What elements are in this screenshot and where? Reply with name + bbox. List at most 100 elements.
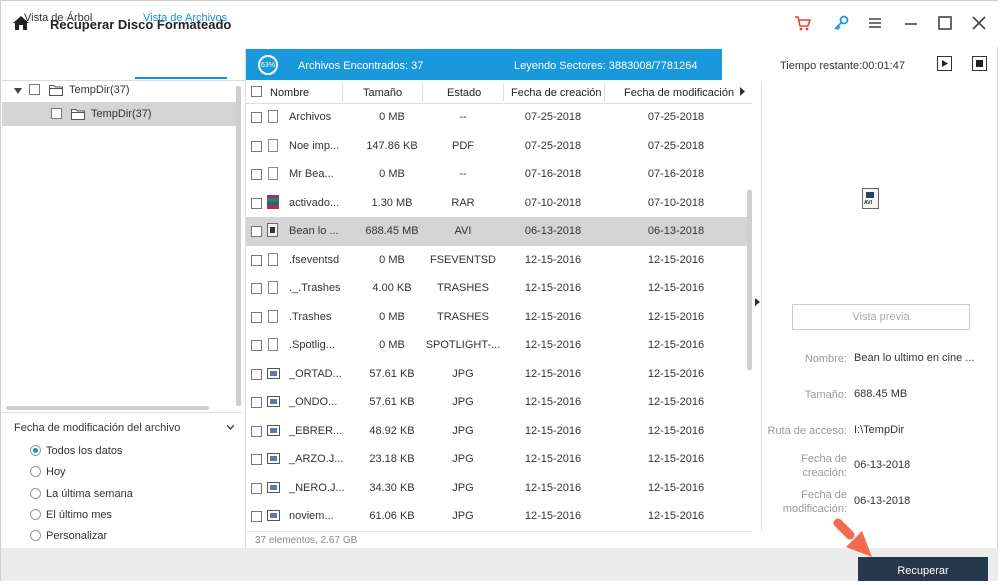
radio-today[interactable] [30, 466, 41, 477]
table-row[interactable]: _ARZO.J... 23.18 KB JPG 12-15-2016 12-15-201… [246, 445, 752, 474]
scroll-right-icon[interactable] [740, 87, 745, 96]
preview-created-value: 06-13-2018 [854, 459, 911, 471]
created-date-cell: 12-15-2016 [524, 453, 582, 465]
row-checkbox[interactable] [251, 169, 262, 180]
file-state-cell: SPOTLIGHT-... [425, 339, 501, 351]
item-count-label: 37 elementos, 2.67 GB [255, 535, 358, 546]
created-date-cell: 12-15-2016 [524, 253, 582, 266]
table-row[interactable]: Mr Bea... 0 MB -- 07-16-2018 07-16-2018 [246, 160, 752, 189]
row-checkbox[interactable] [251, 197, 262, 209]
file-name-cell: .Spotlig... [289, 339, 335, 351]
radio-label: Personalizar [46, 530, 108, 542]
minimize-icon[interactable] [902, 14, 920, 32]
file-state-cell: TRASHES [437, 310, 489, 323]
key-icon[interactable] [832, 14, 850, 32]
file-size-cell: 0 MB [379, 253, 405, 266]
file-state-cell: AVI [454, 225, 472, 237]
row-checkbox[interactable] [251, 283, 262, 294]
row-checkbox[interactable] [251, 340, 262, 351]
table-footer: 37 elementos, 2.67 GB [246, 531, 752, 549]
file-state-cell: -- [459, 168, 467, 180]
tree-checkbox[interactable] [29, 84, 40, 95]
column-header-modified[interactable]: Fecha de modificación [624, 87, 734, 99]
table-row[interactable]: _EBRER... 48.92 KB JPG 12-15-2016 12-15-2016 [246, 417, 752, 446]
row-checkbox[interactable] [251, 482, 262, 494]
file-state-cell: PDF [452, 139, 474, 152]
play-icon [942, 60, 948, 67]
file-state-cell: JPG [452, 453, 474, 465]
select-all-checkbox[interactable] [251, 86, 262, 97]
radio-custom[interactable] [30, 530, 41, 541]
preview-path-value: I:\TempDir [854, 424, 905, 436]
row-checkbox[interactable] [251, 254, 262, 266]
table-row[interactable]: _NERO.J... 34.30 KB JPG 12-15-2016 12-15-201… [246, 474, 752, 503]
table-row[interactable]: .fseventsd 0 MB FSEVENTSD 12-15-2016 12-15-2… [246, 246, 752, 275]
table-row[interactable]: noviem... 61.06 KB JPG 12-15-2016 12-15-2016 [246, 502, 752, 531]
table-row[interactable]: ._.Trashes 4.00 KB TRASHES 12-15-2016 12-15-… [246, 274, 752, 303]
row-checkbox[interactable] [251, 397, 262, 408]
folder-icon [49, 85, 63, 96]
column-header-name[interactable]: Nombre [270, 87, 309, 99]
file-state-cell: JPG [452, 367, 474, 380]
tree-horizontal-scrollbar[interactable] [6, 406, 209, 410]
column-header-size[interactable]: Tamaño [363, 87, 402, 99]
radio-last-week[interactable] [30, 488, 41, 499]
file-name-cell: Archivos [289, 111, 332, 123]
table-row[interactable]: Bean lo ... 688.45 MB AVI 06-13-2018 06-13-2… [246, 217, 752, 246]
table-row[interactable]: Noe imp... 147.86 KB PDF 07-25-2018 07-25-20… [246, 132, 752, 161]
file-size-cell: 57.61 KB [369, 396, 415, 408]
file-icon [268, 281, 278, 294]
modified-date-cell: 12-15-2016 [647, 510, 705, 522]
active-tab-indicator [135, 77, 227, 79]
image-file-icon [267, 424, 280, 436]
stop-button[interactable] [972, 56, 987, 71]
file-name-cell: noviem... [289, 510, 334, 522]
preview-field-label: Ruta de acceso: [767, 425, 848, 437]
table-row[interactable]: activado... 1.30 MB RAR 07-10-2018 07-10-201… [246, 189, 752, 218]
play-button[interactable] [937, 56, 952, 71]
table-row[interactable]: Archivos 0 MB -- 07-25-2018 07-25-2018 [246, 103, 752, 132]
table-row[interactable]: .Trashes 0 MB TRASHES 12-15-2016 12-15-2016 [246, 303, 752, 332]
row-checkbox[interactable] [251, 112, 262, 123]
preview-button[interactable]: Vista previa [792, 304, 970, 330]
created-date-cell: 07-25-2018 [524, 111, 582, 123]
row-checkbox[interactable] [251, 368, 262, 380]
radio-last-month[interactable] [30, 509, 41, 520]
tree-checkbox[interactable] [51, 108, 62, 119]
image-file-icon [267, 453, 280, 464]
maximize-icon[interactable] [936, 14, 954, 32]
column-header-created[interactable]: Fecha de creación [511, 87, 602, 99]
tab-file-view[interactable]: Vista de Archivos [143, 12, 227, 24]
file-name-cell: ._.Trashes [289, 282, 341, 294]
column-header-state[interactable]: Estado [447, 87, 481, 99]
file-name-cell: _ONDO... [289, 396, 338, 408]
collapse-preview-icon[interactable] [755, 298, 760, 306]
column-separator [604, 83, 605, 101]
chevron-down-icon[interactable] [227, 425, 234, 430]
menu-icon[interactable] [866, 14, 884, 32]
tree-vertical-scrollbar[interactable] [236, 86, 241, 406]
row-checkbox[interactable] [251, 311, 262, 323]
modified-date-cell: 12-15-2016 [647, 339, 705, 351]
created-date-cell: 12-15-2016 [524, 424, 582, 437]
cart-icon[interactable] [794, 14, 812, 32]
tab-tree-view[interactable]: Vista de Árbol [24, 12, 92, 24]
row-checkbox[interactable] [251, 511, 262, 522]
created-date-cell: 12-15-2016 [524, 367, 582, 380]
radio-label: El último mes [46, 509, 113, 521]
expand-arrow-icon[interactable] [14, 88, 22, 94]
file-size-cell: 23.18 KB [369, 453, 415, 465]
file-state-cell: RAR [451, 196, 475, 209]
table-vertical-scrollbar[interactable] [747, 190, 752, 370]
tree-item-root[interactable]: TempDir(37) [2, 80, 238, 104]
tree-item-child[interactable]: TempDir(37) [2, 102, 238, 126]
close-icon[interactable] [970, 14, 988, 32]
row-checkbox[interactable] [251, 425, 262, 437]
table-row[interactable]: _ONDO... 57.61 KB JPG 12-15-2016 12-15-2016 [246, 388, 752, 417]
row-checkbox[interactable] [251, 226, 262, 237]
radio-all-data[interactable] [30, 445, 41, 456]
table-row[interactable]: .Spotlig... 0 MB SPOTLIGHT-... 12-15-2016 12… [246, 331, 752, 360]
row-checkbox[interactable] [251, 454, 262, 465]
table-row[interactable]: _ORTAD... 57.61 KB JPG 12-15-2016 12-15-2016 [246, 360, 752, 389]
row-checkbox[interactable] [251, 140, 262, 152]
